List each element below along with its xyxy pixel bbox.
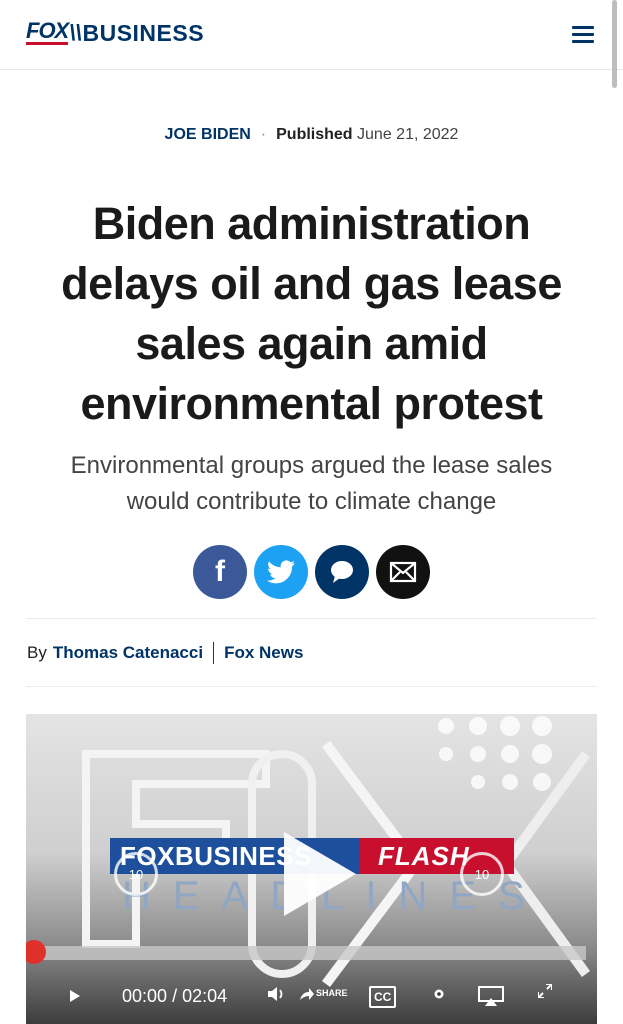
big-play-icon[interactable] xyxy=(284,832,356,916)
meta-separator: · xyxy=(260,126,267,143)
logo-business-text: BUSINESS xyxy=(82,19,205,46)
twitter-share-button[interactable] xyxy=(254,545,308,599)
category-link[interactable]: JOE BIDEN xyxy=(165,126,251,143)
byline-separator xyxy=(213,642,215,664)
video-player[interactable]: FOXBUSINESS FLASH HEADLINES 10 10 00:00 … xyxy=(26,714,597,1024)
email-icon xyxy=(389,561,417,583)
rewind-seconds: 10 xyxy=(128,866,144,882)
closed-captions-button[interactable]: CC xyxy=(369,986,397,1008)
divider xyxy=(26,618,597,619)
published-label: Published xyxy=(276,126,353,143)
logo-slash-mark: \\ xyxy=(69,20,82,45)
logo-fox-text: FOX xyxy=(26,18,69,45)
article-headline: Biden administration delays oil and gas … xyxy=(61,198,562,429)
twitter-icon xyxy=(267,560,295,584)
settings-gear-icon[interactable] xyxy=(432,987,446,1001)
forward-10-button[interactable]: 10 xyxy=(460,852,504,896)
article-meta: JOE BIDEN · Published June 21, 2022 xyxy=(0,126,623,144)
video-controls: 00:00 / 02:04 SHARE CC xyxy=(26,982,597,1016)
author-link[interactable]: Thomas Catenacci xyxy=(53,643,203,663)
site-header: FOX \\ BUSINESS xyxy=(0,0,623,70)
divider xyxy=(26,686,597,687)
facebook-share-button[interactable]: f xyxy=(193,545,247,599)
speech-bubble-icon xyxy=(331,561,353,583)
video-time: 00:00 / 02:04 xyxy=(122,986,227,1007)
fullscreen-icon[interactable] xyxy=(538,984,552,998)
byline-prefix: By xyxy=(27,643,47,662)
volume-icon[interactable] xyxy=(268,986,286,1002)
video-progress-bar[interactable] xyxy=(26,946,586,960)
play-icon[interactable] xyxy=(70,990,80,1002)
comment-share-button[interactable] xyxy=(315,545,369,599)
airplay-icon[interactable] xyxy=(478,986,504,1006)
video-duration: 02:04 xyxy=(182,986,228,1006)
hamburger-menu-icon[interactable] xyxy=(572,26,594,44)
page-scrollbar[interactable] xyxy=(612,0,617,88)
fox-business-logo[interactable]: FOX \\ BUSINESS xyxy=(26,20,204,46)
article-subheadline: Environmental groups argued the lease sa… xyxy=(70,452,553,515)
share-label[interactable]: SHARE xyxy=(316,988,348,998)
current-time: 00:00 xyxy=(122,986,168,1006)
byline: By Thomas Catenacci Fox News xyxy=(27,642,303,664)
share-arrow-icon[interactable] xyxy=(300,988,314,1000)
time-separator: / xyxy=(172,986,178,1006)
published-date: June 21, 2022 xyxy=(357,126,459,143)
forward-seconds: 10 xyxy=(474,866,490,882)
rewind-10-button[interactable]: 10 xyxy=(114,852,158,896)
facebook-icon: f xyxy=(215,555,225,588)
outlet-link[interactable]: Fox News xyxy=(224,643,303,663)
email-share-button[interactable] xyxy=(376,545,430,599)
